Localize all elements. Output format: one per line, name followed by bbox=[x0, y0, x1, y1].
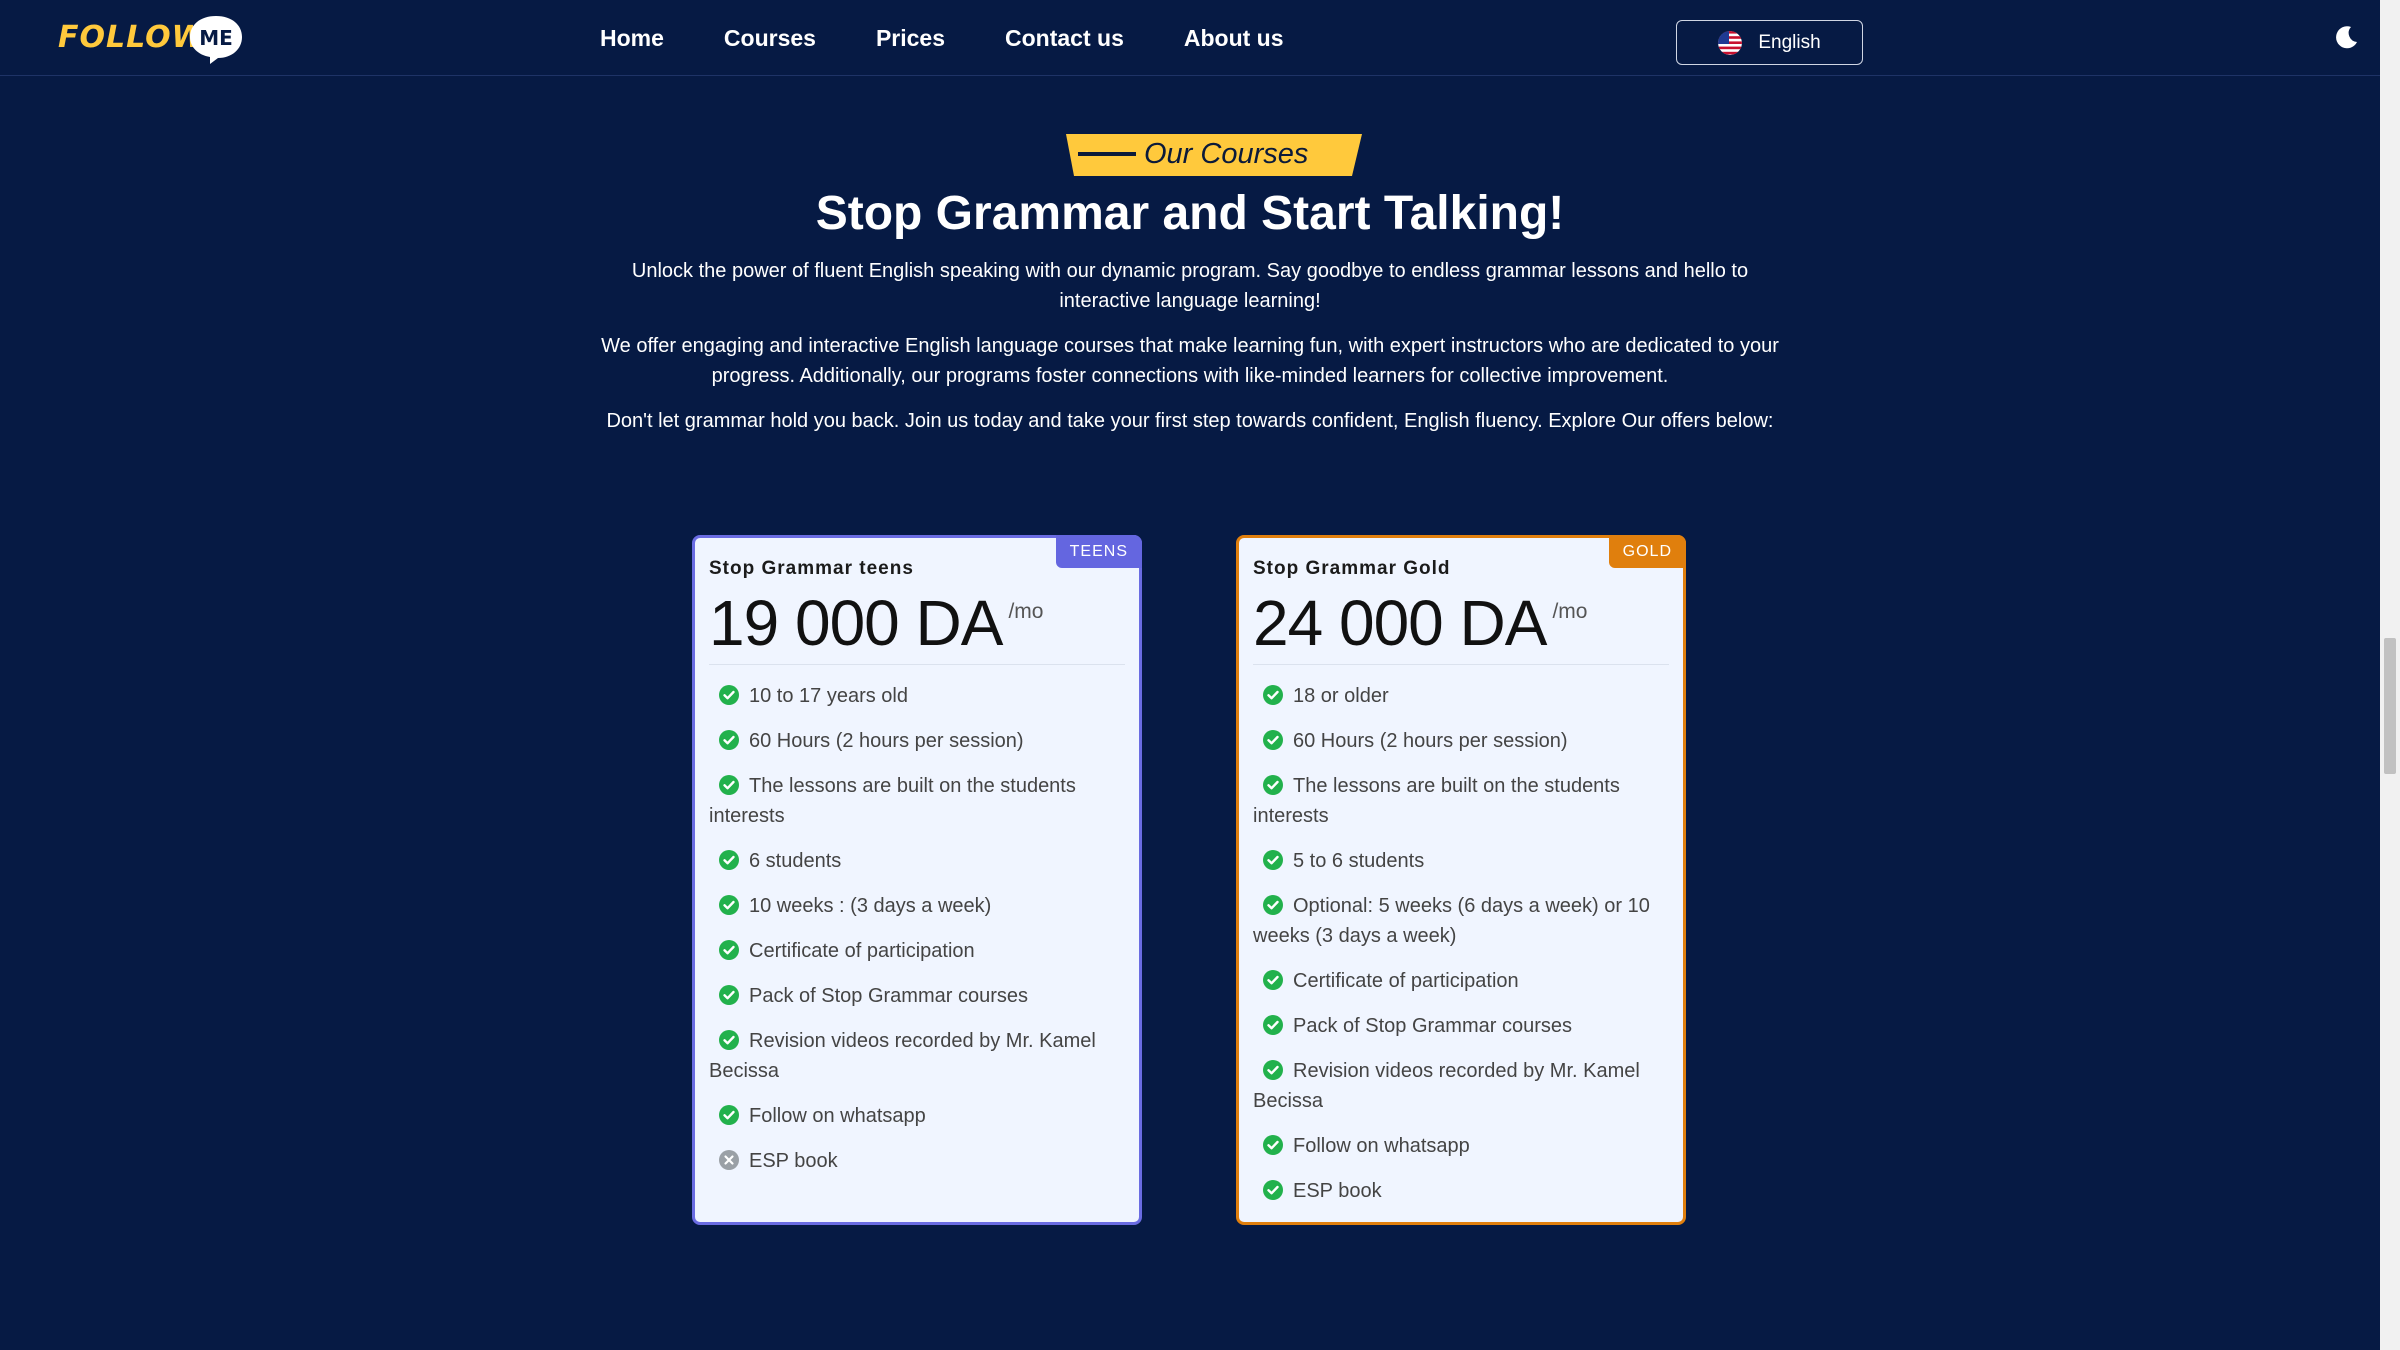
feature-item: Pack of Stop Grammar courses bbox=[1253, 1011, 1668, 1041]
nav-links: Home Courses Prices Contact us About us bbox=[580, 0, 1314, 76]
feature-item: 10 to 17 years old bbox=[709, 681, 1124, 711]
feature-item: Follow on whatsapp bbox=[709, 1101, 1124, 1131]
feature-item: Revision videos recorded by Mr. Kamel Be… bbox=[709, 1026, 1124, 1086]
x-circle-icon bbox=[719, 1150, 739, 1170]
feature-item: 18 or older bbox=[1253, 681, 1668, 711]
intro-paragraph-3: Don't let grammar hold you back. Join us… bbox=[606, 410, 1774, 432]
check-circle-icon bbox=[719, 685, 739, 705]
feature-text: Revision videos recorded by Mr. Kamel Be… bbox=[1253, 1060, 1640, 1112]
page-title: Stop Grammar and Start Talking! bbox=[815, 187, 1565, 240]
plan-price-row: 24 000 DA /mo bbox=[1253, 586, 1587, 660]
nav-contact[interactable]: Contact us bbox=[1005, 25, 1124, 52]
feature-item: ESP book bbox=[709, 1146, 1124, 1176]
feature-item: Certificate of participation bbox=[1253, 966, 1668, 996]
feature-item: 10 weeks : (3 days a week) bbox=[709, 891, 1124, 921]
feature-item: Certificate of participation bbox=[709, 936, 1124, 966]
check-circle-icon bbox=[719, 850, 739, 870]
feature-list: 10 to 17 years old 60 Hours (2 hours per… bbox=[709, 681, 1124, 1191]
check-circle-icon bbox=[719, 730, 739, 750]
feature-text: Follow on whatsapp bbox=[1293, 1135, 1470, 1157]
plan-name: Stop Grammar teens bbox=[709, 558, 914, 579]
section-tag: Our Courses bbox=[1066, 134, 1362, 176]
page-scrollbar[interactable] bbox=[2380, 0, 2400, 1350]
navbar: FOLLOW ME Home Courses Prices Contact us… bbox=[0, 0, 2380, 76]
feature-text: ESP book bbox=[749, 1150, 838, 1172]
check-circle-icon bbox=[1263, 1015, 1283, 1035]
feature-text: The lessons are built on the students in… bbox=[1253, 775, 1620, 827]
feature-item: 6 students bbox=[709, 846, 1124, 876]
feature-text: Certificate of participation bbox=[1293, 970, 1519, 992]
plan-price: 19 000 DA bbox=[709, 587, 1003, 659]
plan-card-gold[interactable]: GOLD Stop Grammar Gold 24 000 DA /mo 18 … bbox=[1236, 535, 1686, 1225]
check-circle-icon bbox=[1263, 895, 1283, 915]
feature-item: Optional: 5 weeks (6 days a week) or 10 … bbox=[1253, 891, 1668, 951]
intro-paragraph-2: We offer engaging and interactive Englis… bbox=[601, 335, 1779, 387]
feature-item: 60 Hours (2 hours per session) bbox=[1253, 726, 1668, 756]
check-circle-icon bbox=[1263, 775, 1283, 795]
check-circle-icon bbox=[1263, 970, 1283, 990]
scrollbar-thumb[interactable] bbox=[2384, 638, 2396, 774]
feature-list: 18 or older 60 Hours (2 hours per sessio… bbox=[1253, 681, 1668, 1221]
check-circle-icon bbox=[719, 775, 739, 795]
feature-item: Revision videos recorded by Mr. Kamel Be… bbox=[1253, 1056, 1668, 1116]
feature-text: 18 or older bbox=[1293, 685, 1389, 707]
feature-text: ESP book bbox=[1293, 1180, 1382, 1202]
logo-bubble-text: ME bbox=[199, 26, 233, 50]
divider bbox=[709, 664, 1125, 665]
nav-home[interactable]: Home bbox=[600, 25, 664, 52]
moon-icon[interactable] bbox=[2334, 24, 2360, 50]
feature-text: 60 Hours (2 hours per session) bbox=[1293, 730, 1568, 752]
check-circle-icon bbox=[1263, 1060, 1283, 1080]
divider bbox=[1253, 664, 1669, 665]
check-circle-icon bbox=[719, 1030, 739, 1050]
feature-item: Pack of Stop Grammar courses bbox=[709, 981, 1124, 1011]
check-circle-icon bbox=[1263, 1135, 1283, 1155]
plan-price-row: 19 000 DA /mo bbox=[709, 586, 1043, 660]
logo[interactable]: FOLLOW ME bbox=[58, 14, 248, 64]
feature-item: 5 to 6 students bbox=[1253, 846, 1668, 876]
feature-text: Certificate of participation bbox=[749, 940, 975, 962]
check-circle-icon bbox=[719, 940, 739, 960]
feature-text: 60 Hours (2 hours per session) bbox=[749, 730, 1024, 752]
nav-about[interactable]: About us bbox=[1184, 25, 1284, 52]
feature-text: 10 weeks : (3 days a week) bbox=[749, 895, 992, 917]
plan-name: Stop Grammar Gold bbox=[1253, 558, 1451, 579]
feature-item: 60 Hours (2 hours per session) bbox=[709, 726, 1124, 756]
language-label: English bbox=[1758, 31, 1821, 53]
feature-text: Follow on whatsapp bbox=[749, 1105, 926, 1127]
plan-period: /mo bbox=[1008, 600, 1044, 623]
feature-item: The lessons are built on the students in… bbox=[709, 771, 1124, 831]
feature-item: Follow on whatsapp bbox=[1253, 1131, 1668, 1161]
nav-courses[interactable]: Courses bbox=[724, 25, 816, 52]
feature-text: Optional: 5 weeks (6 days a week) or 10 … bbox=[1253, 895, 1650, 947]
logo-text: FOLLOW bbox=[58, 20, 206, 55]
feature-text: Revision videos recorded by Mr. Kamel Be… bbox=[709, 1030, 1096, 1082]
us-flag-icon bbox=[1718, 30, 1743, 55]
check-circle-icon bbox=[719, 895, 739, 915]
logo-bubble-icon: ME bbox=[190, 16, 242, 64]
section-tag-label: Our Courses bbox=[1144, 138, 1309, 170]
feature-text: 10 to 17 years old bbox=[749, 685, 908, 707]
intro-paragraph-1: Unlock the power of fluent English speak… bbox=[631, 260, 1749, 312]
plan-badge: TEENS bbox=[1055, 535, 1142, 568]
feature-text: The lessons are built on the students in… bbox=[709, 775, 1076, 827]
feature-text: 5 to 6 students bbox=[1293, 850, 1425, 872]
plan-period: /mo bbox=[1552, 600, 1588, 623]
check-circle-icon bbox=[1263, 1180, 1283, 1200]
plan-badge: GOLD bbox=[1608, 535, 1686, 568]
feature-item: ESP book bbox=[1253, 1176, 1668, 1206]
plan-card-teens[interactable]: TEENS Stop Grammar teens 19 000 DA /mo 1… bbox=[692, 535, 1142, 1225]
language-button[interactable]: English bbox=[1676, 20, 1863, 65]
check-circle-icon bbox=[1263, 685, 1283, 705]
feature-item: The lessons are built on the students in… bbox=[1253, 771, 1668, 831]
check-circle-icon bbox=[1263, 850, 1283, 870]
feature-text: 6 students bbox=[749, 850, 842, 872]
plan-price: 24 000 DA bbox=[1253, 587, 1547, 659]
feature-text: Pack of Stop Grammar courses bbox=[1293, 1015, 1572, 1037]
nav-prices[interactable]: Prices bbox=[876, 25, 945, 52]
check-circle-icon bbox=[719, 1105, 739, 1125]
check-circle-icon bbox=[1263, 730, 1283, 750]
feature-text: Pack of Stop Grammar courses bbox=[749, 985, 1028, 1007]
check-circle-icon bbox=[719, 985, 739, 1005]
